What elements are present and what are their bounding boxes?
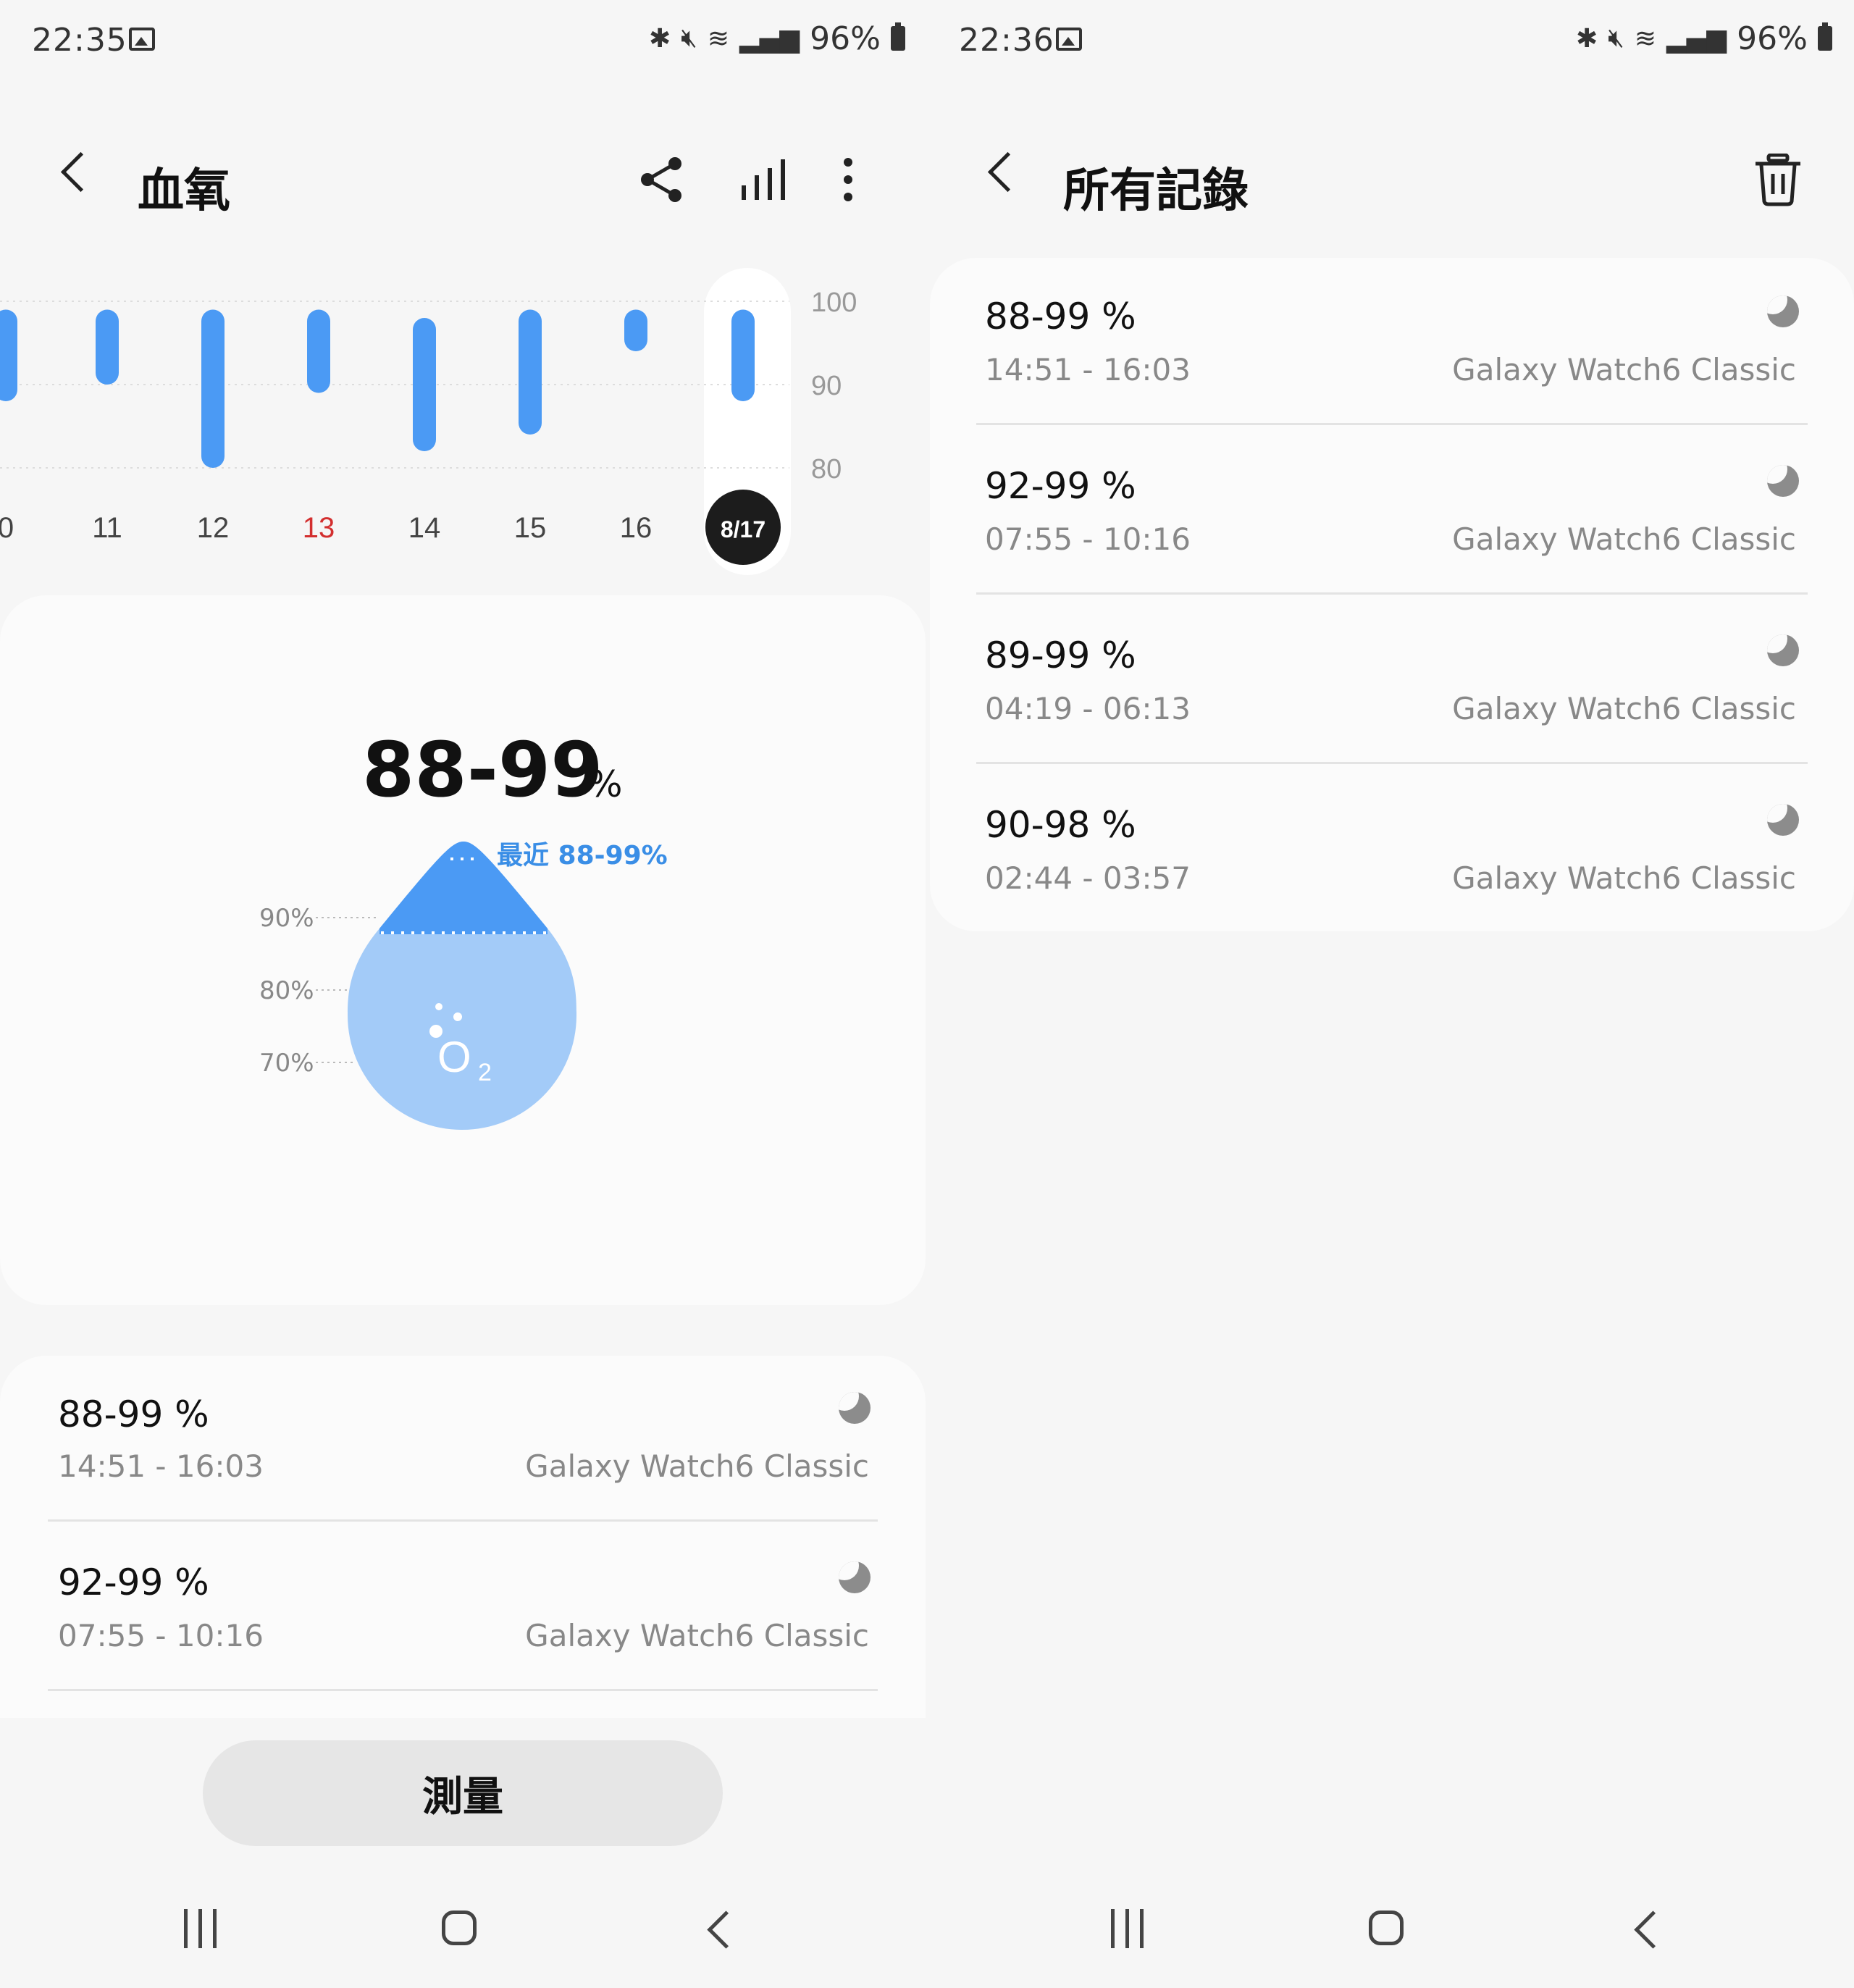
spo2-screen: 22:35 ✱ 🔇︎ ≋ ▂▄▆ 96% 血氧 0 11 12 13 14 15 16 8/1… <box>0 0 927 1988</box>
spo2-trend-chart[interactable]: 0 11 12 13 14 15 16 8/17 100 90 80 <box>0 268 905 587</box>
chart-bar-11 <box>96 309 119 385</box>
y-tick-label: 90 <box>811 371 842 401</box>
more-icon[interactable] <box>837 155 859 206</box>
record-time: 14:51 - 16:03 <box>985 352 1191 387</box>
record-device: Galaxy Watch6 Classic <box>1452 691 1796 726</box>
status-time: 22:36 <box>959 22 1054 59</box>
record-device: Galaxy Watch6 Classic <box>1452 352 1796 387</box>
measure-button[interactable]: 測量 <box>203 1740 723 1846</box>
scale-70: 70% <box>259 1049 314 1078</box>
bluetooth-icon: ✱ <box>1576 23 1598 54</box>
records-card: 88-99 % 14:51 - 16:03 Galaxy Watch6 Clas… <box>0 1356 926 1718</box>
spo2-range-value: 88-99 <box>362 726 603 814</box>
moon-icon <box>839 1392 871 1424</box>
wifi-icon: ≋ <box>707 23 730 54</box>
o2-symbol: O <box>437 1033 471 1081</box>
record-time: 07:55 - 10:16 <box>985 521 1191 557</box>
divider <box>48 1519 878 1522</box>
summary-card: 88-99 % 最近 88-99% 90% 80% 70% O 2 <box>0 595 926 1305</box>
nav-back-icon[interactable] <box>1634 1911 1672 1949</box>
signal-icon: ▂▄▆ <box>1666 23 1727 54</box>
x-tick-label: 11 <box>92 512 122 544</box>
share-icon[interactable] <box>637 154 688 204</box>
x-tick-label: 8/17 <box>721 516 765 542</box>
record-value: 92-99 % <box>58 1561 209 1603</box>
record-value: 88-99 % <box>58 1393 209 1435</box>
divider <box>976 423 1808 425</box>
x-tick-label: 0 <box>0 512 14 544</box>
page-title: 血氧 <box>138 164 230 218</box>
record-device: Galaxy Watch6 Classic <box>1452 521 1796 557</box>
status-icons: ✱ 🔇︎ ≋ ▂▄▆ 96% <box>649 20 905 57</box>
divider <box>976 592 1808 595</box>
home-icon[interactable] <box>442 1911 477 1945</box>
image-icon <box>1056 28 1082 51</box>
x-tick-label: 14 <box>408 512 441 544</box>
record-time: 02:44 - 03:57 <box>985 860 1191 896</box>
moon-icon <box>1767 634 1799 666</box>
mute-icon: 🔇︎ <box>681 23 697 53</box>
chart-x-labels: 0 11 12 13 14 15 16 8/17 <box>0 490 781 565</box>
divider <box>48 1689 878 1691</box>
signal-icon: ▂▄▆ <box>739 23 800 54</box>
battery-icon <box>1817 22 1832 51</box>
trash-icon[interactable] <box>1753 154 1803 207</box>
record-value: 89-99 % <box>985 634 1136 676</box>
chart-y-labels: 100 90 80 <box>811 288 857 485</box>
battery-icon <box>890 22 905 51</box>
battery-percent: 96% <box>1737 20 1808 57</box>
divider <box>976 762 1808 764</box>
chart-bar-14 <box>413 318 436 451</box>
chart-bar-15 <box>519 309 542 435</box>
record-device: Galaxy Watch6 Classic <box>525 1448 869 1484</box>
wifi-icon: ≋ <box>1634 23 1657 54</box>
record-time: 04:19 - 06:13 <box>985 691 1191 726</box>
back-icon[interactable] <box>60 151 101 193</box>
chart-icon[interactable] <box>739 154 789 204</box>
record-time: 07:55 - 10:16 <box>58 1618 264 1653</box>
y-tick-label: 80 <box>811 454 842 485</box>
home-icon[interactable] <box>1369 1911 1404 1945</box>
recent-apps-icon[interactable] <box>1108 1909 1149 1948</box>
status-icons: ✱ 🔇︎ ≋ ▂▄▆ 96% <box>1576 20 1832 57</box>
nav-back-icon[interactable] <box>707 1911 745 1949</box>
chart-bar-8-17 <box>731 309 755 401</box>
all-records-card: 88-99 % 14:51 - 16:03 Galaxy Watch6 Clas… <box>930 258 1854 931</box>
back-icon[interactable] <box>987 151 1028 193</box>
x-tick-label: 16 <box>620 512 653 544</box>
image-icon <box>129 28 155 51</box>
scale-90: 90% <box>259 904 314 933</box>
record-time: 14:51 - 16:03 <box>58 1448 264 1484</box>
spo2-unit: % <box>588 763 623 805</box>
x-tick-label: 15 <box>514 512 547 544</box>
scale-80: 80% <box>259 976 314 1005</box>
record-device: Galaxy Watch6 Classic <box>1452 860 1796 896</box>
recent-apps-icon[interactable] <box>181 1909 222 1948</box>
moon-icon <box>1767 295 1799 327</box>
x-tick-label: 13 <box>303 512 335 544</box>
moon-icon <box>1767 804 1799 836</box>
x-tick-label: 12 <box>197 512 230 544</box>
chart-bar-12 <box>201 309 225 468</box>
chart-bar-13 <box>307 309 330 393</box>
record-value: 90-98 % <box>985 804 1136 846</box>
o2-subscript: 2 <box>478 1059 492 1086</box>
y-tick-label: 100 <box>811 288 857 318</box>
status-time: 22:35 <box>32 22 127 59</box>
chart-bars <box>0 309 755 468</box>
chart-bar-0 <box>0 309 17 401</box>
oxygen-drop-icon: O 2 <box>316 842 576 1130</box>
bluetooth-icon: ✱ <box>649 23 671 54</box>
mute-icon: 🔇︎ <box>1608 23 1624 53</box>
moon-icon <box>1767 465 1799 497</box>
all-records-screen: 22:36 ✱ 🔇︎ ≋ ▂▄▆ 96% 所有記錄 88-99 % 14:51 … <box>927 0 1854 1988</box>
record-device: Galaxy Watch6 Classic <box>525 1618 869 1653</box>
chart-bar-16 <box>624 309 647 351</box>
moon-icon <box>839 1561 871 1593</box>
battery-percent: 96% <box>810 20 881 57</box>
record-value: 88-99 % <box>985 295 1136 337</box>
record-value: 92-99 % <box>985 465 1136 507</box>
page-title: 所有記錄 <box>1063 164 1249 218</box>
